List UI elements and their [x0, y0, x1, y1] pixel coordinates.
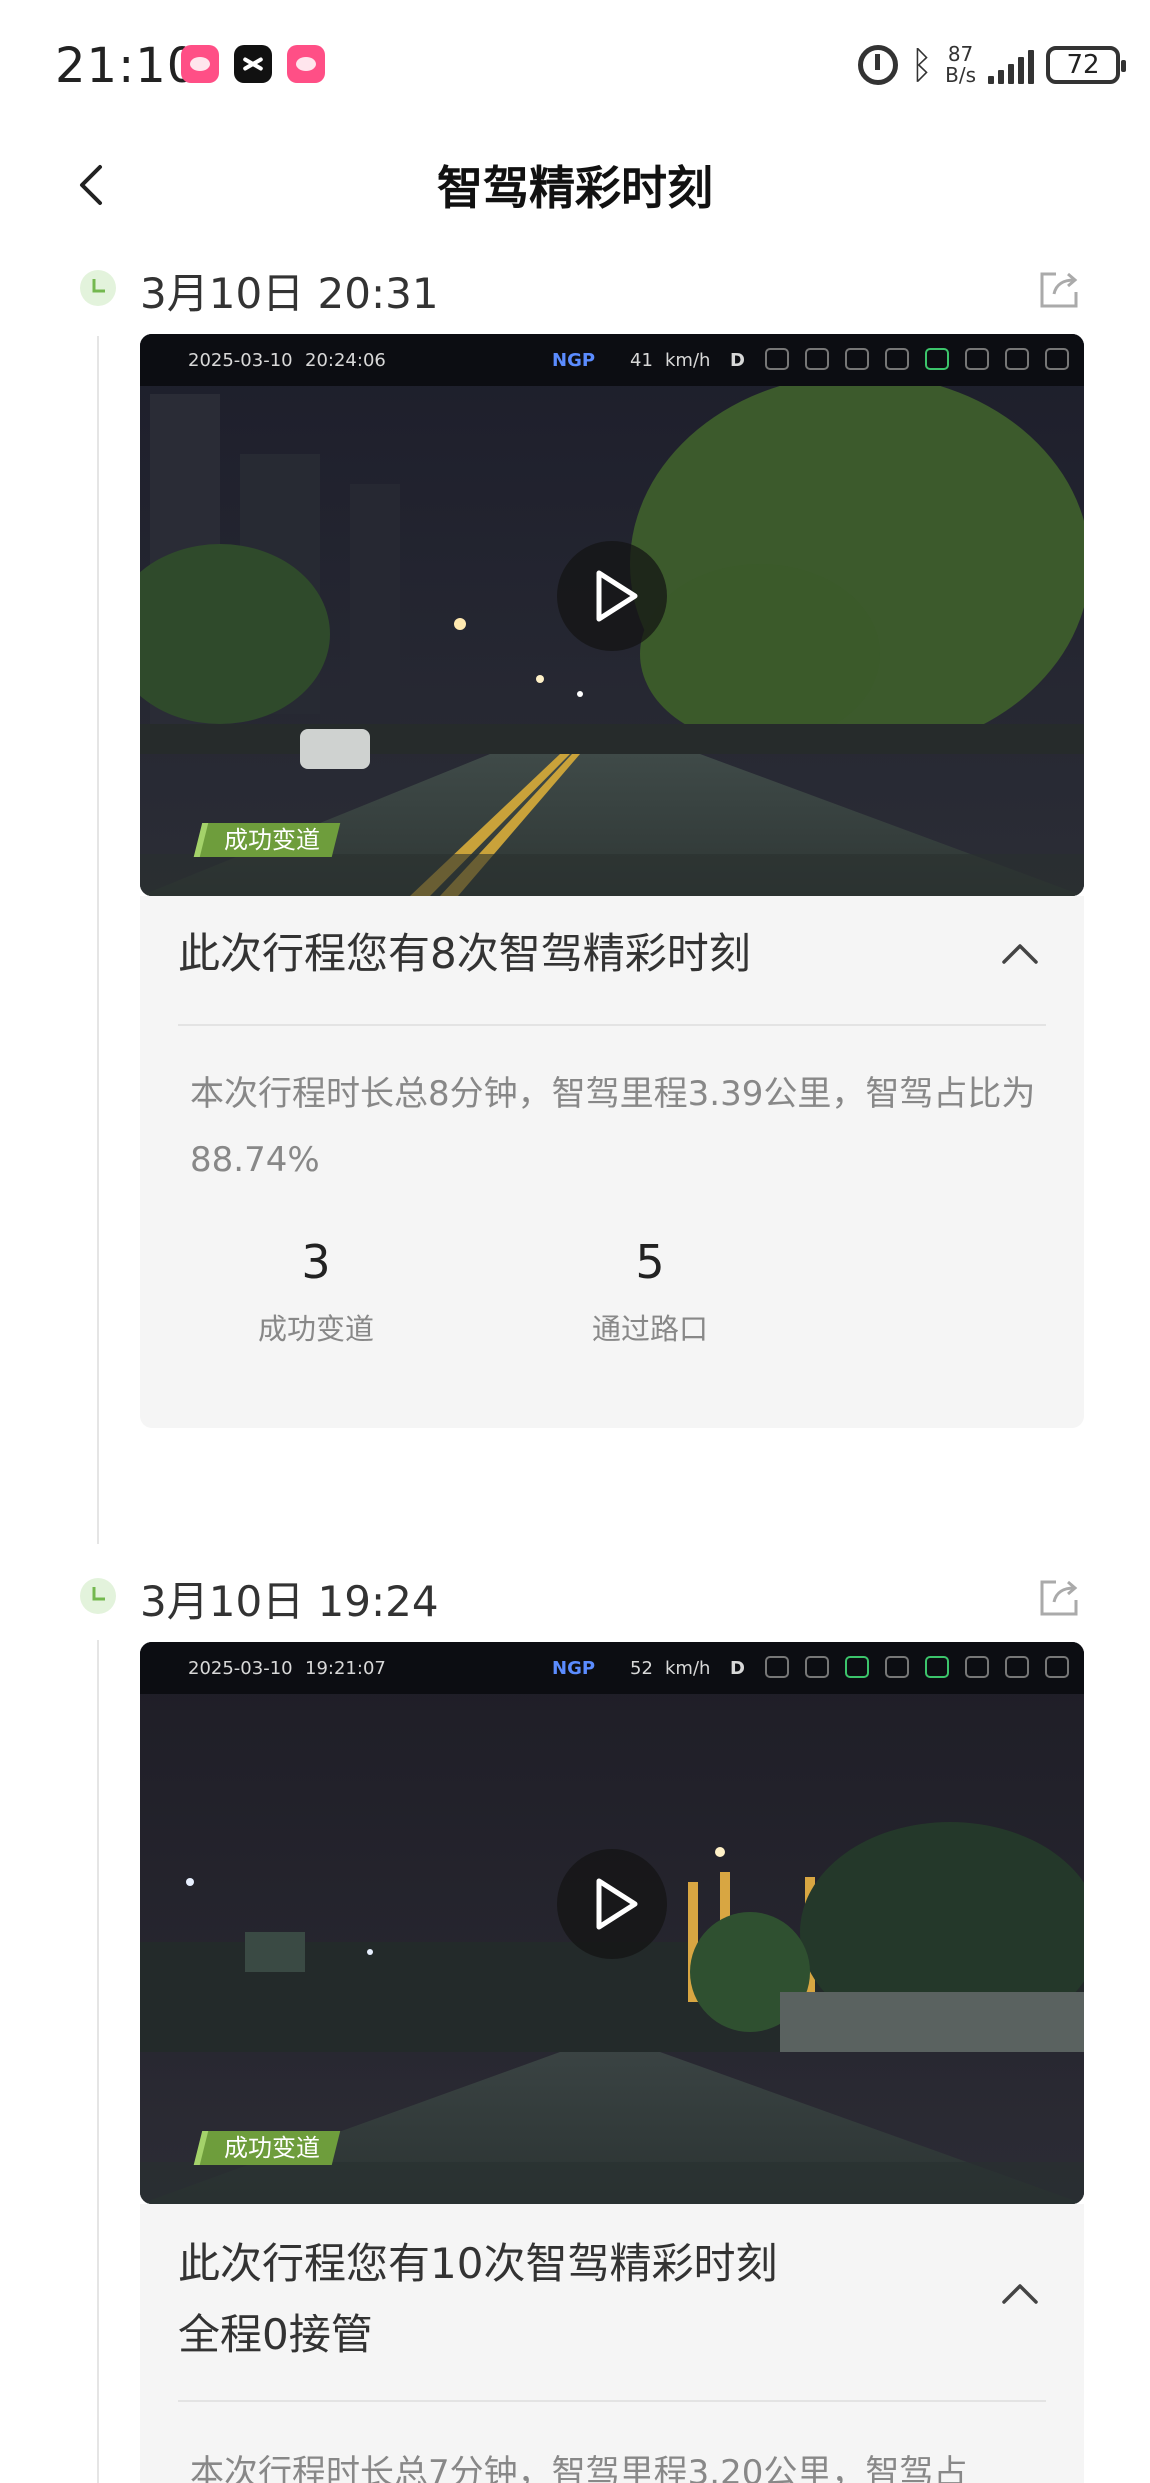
- app-pink-icon: [287, 45, 325, 83]
- summary-title: 此次行程您有10次智驾精彩时刻: [178, 2239, 778, 2288]
- lane-right-icon: [885, 1656, 909, 1678]
- beam-icon: [965, 1656, 989, 1678]
- play-button[interactable]: [557, 541, 667, 651]
- stat-label: 成功变道: [257, 1312, 374, 1346]
- steering-icon: [805, 1656, 829, 1678]
- summary-description: 本次行程时长总7分钟，智驾里程3.20公里，智驾占: [190, 2453, 968, 2483]
- osd-ngp: NGP: [552, 350, 596, 371]
- beam-icon: [965, 348, 989, 370]
- osd-date: 2025-03-10: [188, 350, 293, 371]
- osd-time: 20:24:06: [305, 350, 386, 371]
- osd-gear: D: [730, 1658, 745, 1679]
- signal-icon: [988, 46, 1034, 84]
- status-bar: 21:10 ᛒ 87 B/s 72: [0, 0, 1150, 130]
- video-thumbnail[interactable]: 2025-03-10 20:24:06 NGP 41 km/h D 成功变道: [140, 334, 1084, 896]
- osd-speed: 52: [630, 1658, 653, 1679]
- share-icon[interactable]: [1036, 266, 1082, 312]
- battery-icon: 72: [1046, 46, 1126, 84]
- lane-left-icon: [845, 348, 869, 370]
- header: 智驾精彩时刻: [0, 130, 1150, 240]
- summary-card: 此次行程您有10次智驾精彩时刻 全程0接管 本次行程时长总7分钟，智驾里程3.2…: [140, 2204, 1084, 2483]
- page-title: 智驾精彩时刻: [437, 161, 713, 215]
- status-icons: ᛒ 87 B/s 72: [858, 40, 1126, 90]
- net-speed: 87 B/s: [945, 44, 976, 86]
- osd-date: 2025-03-10: [188, 1658, 293, 1679]
- divider: [178, 2400, 1046, 2402]
- video-osd: 2025-03-10 20:24:06 NGP 41 km/h D: [140, 334, 1084, 386]
- steering-icon: [805, 348, 829, 370]
- lane-left-icon: [845, 1656, 869, 1678]
- light-icon: [925, 1656, 949, 1678]
- osd-ngp: NGP: [552, 1658, 596, 1679]
- osd-indicator-icons: [765, 348, 1069, 370]
- road-icon: [765, 1656, 789, 1678]
- chevron-up-icon[interactable]: [998, 2272, 1042, 2316]
- seatbelt-icon: [1045, 348, 1069, 370]
- play-button[interactable]: [557, 1849, 667, 1959]
- stat-label: 通过路口: [591, 1312, 708, 1346]
- osd-speed: 41: [630, 350, 653, 371]
- divider: [178, 1024, 1046, 1026]
- share-icon[interactable]: [1036, 1574, 1082, 1620]
- summary-subtitle: 全程0接管: [178, 2310, 373, 2359]
- video-thumbnail[interactable]: 2025-03-10 19:21:07 NGP 52 km/h D 成功变道: [140, 1642, 1084, 2204]
- osd-gear: D: [730, 350, 745, 371]
- battery-level: 72: [1066, 50, 1100, 80]
- summary-title: 此次行程您有8次智驾精彩时刻: [178, 929, 751, 978]
- summary-card: 此次行程您有8次智驾精彩时刻 本次行程时长总8分钟，智驾里程3.39公里，智驾占…: [140, 896, 1084, 1428]
- fog-light-icon: [1005, 1656, 1029, 1678]
- summary-description: 本次行程时长总8分钟，智驾里程3.39公里，智驾占比为88.74%: [190, 1074, 1036, 1180]
- timeline-line: [97, 1640, 99, 2483]
- osd-time: 19:21:07: [305, 1658, 386, 1679]
- event-badge: 成功变道: [193, 823, 341, 857]
- net-speed-value: 87: [947, 42, 974, 66]
- net-speed-unit: B/s: [945, 63, 976, 87]
- road-icon: [765, 348, 789, 370]
- timeline-line: [97, 336, 99, 1544]
- seatbelt-icon: [1045, 1656, 1069, 1678]
- bluetooth-icon: ᛒ: [910, 43, 934, 87]
- osd-indicator-icons: [765, 1656, 1069, 1678]
- stat-intersection: 5 通过路口: [550, 1234, 750, 1348]
- video-osd: 2025-03-10 19:21:07 NGP 52 km/h D: [140, 1642, 1084, 1694]
- clock-icon: [80, 270, 116, 306]
- osd-speed-unit: km/h: [665, 350, 711, 371]
- stat-value: 5: [635, 1235, 665, 1289]
- lane-right-icon: [885, 348, 909, 370]
- app-pink-icon: [181, 45, 219, 83]
- fog-light-icon: [1005, 348, 1029, 370]
- moment-time: 3月10日 19:24: [140, 1577, 439, 1626]
- stat-value: 3: [301, 1235, 331, 1289]
- app-capcut-icon: [234, 45, 272, 83]
- alarm-icon: [858, 45, 899, 85]
- clock-icon: [80, 1578, 116, 1614]
- event-badge: 成功变道: [193, 2131, 341, 2165]
- status-time: 21:10: [55, 38, 199, 94]
- light-icon: [925, 348, 949, 370]
- chevron-up-icon[interactable]: [998, 932, 1042, 976]
- stat-lane-change: 3 成功变道: [216, 1234, 416, 1348]
- moment-time: 3月10日 20:31: [140, 269, 439, 318]
- osd-speed-unit: km/h: [665, 1658, 711, 1679]
